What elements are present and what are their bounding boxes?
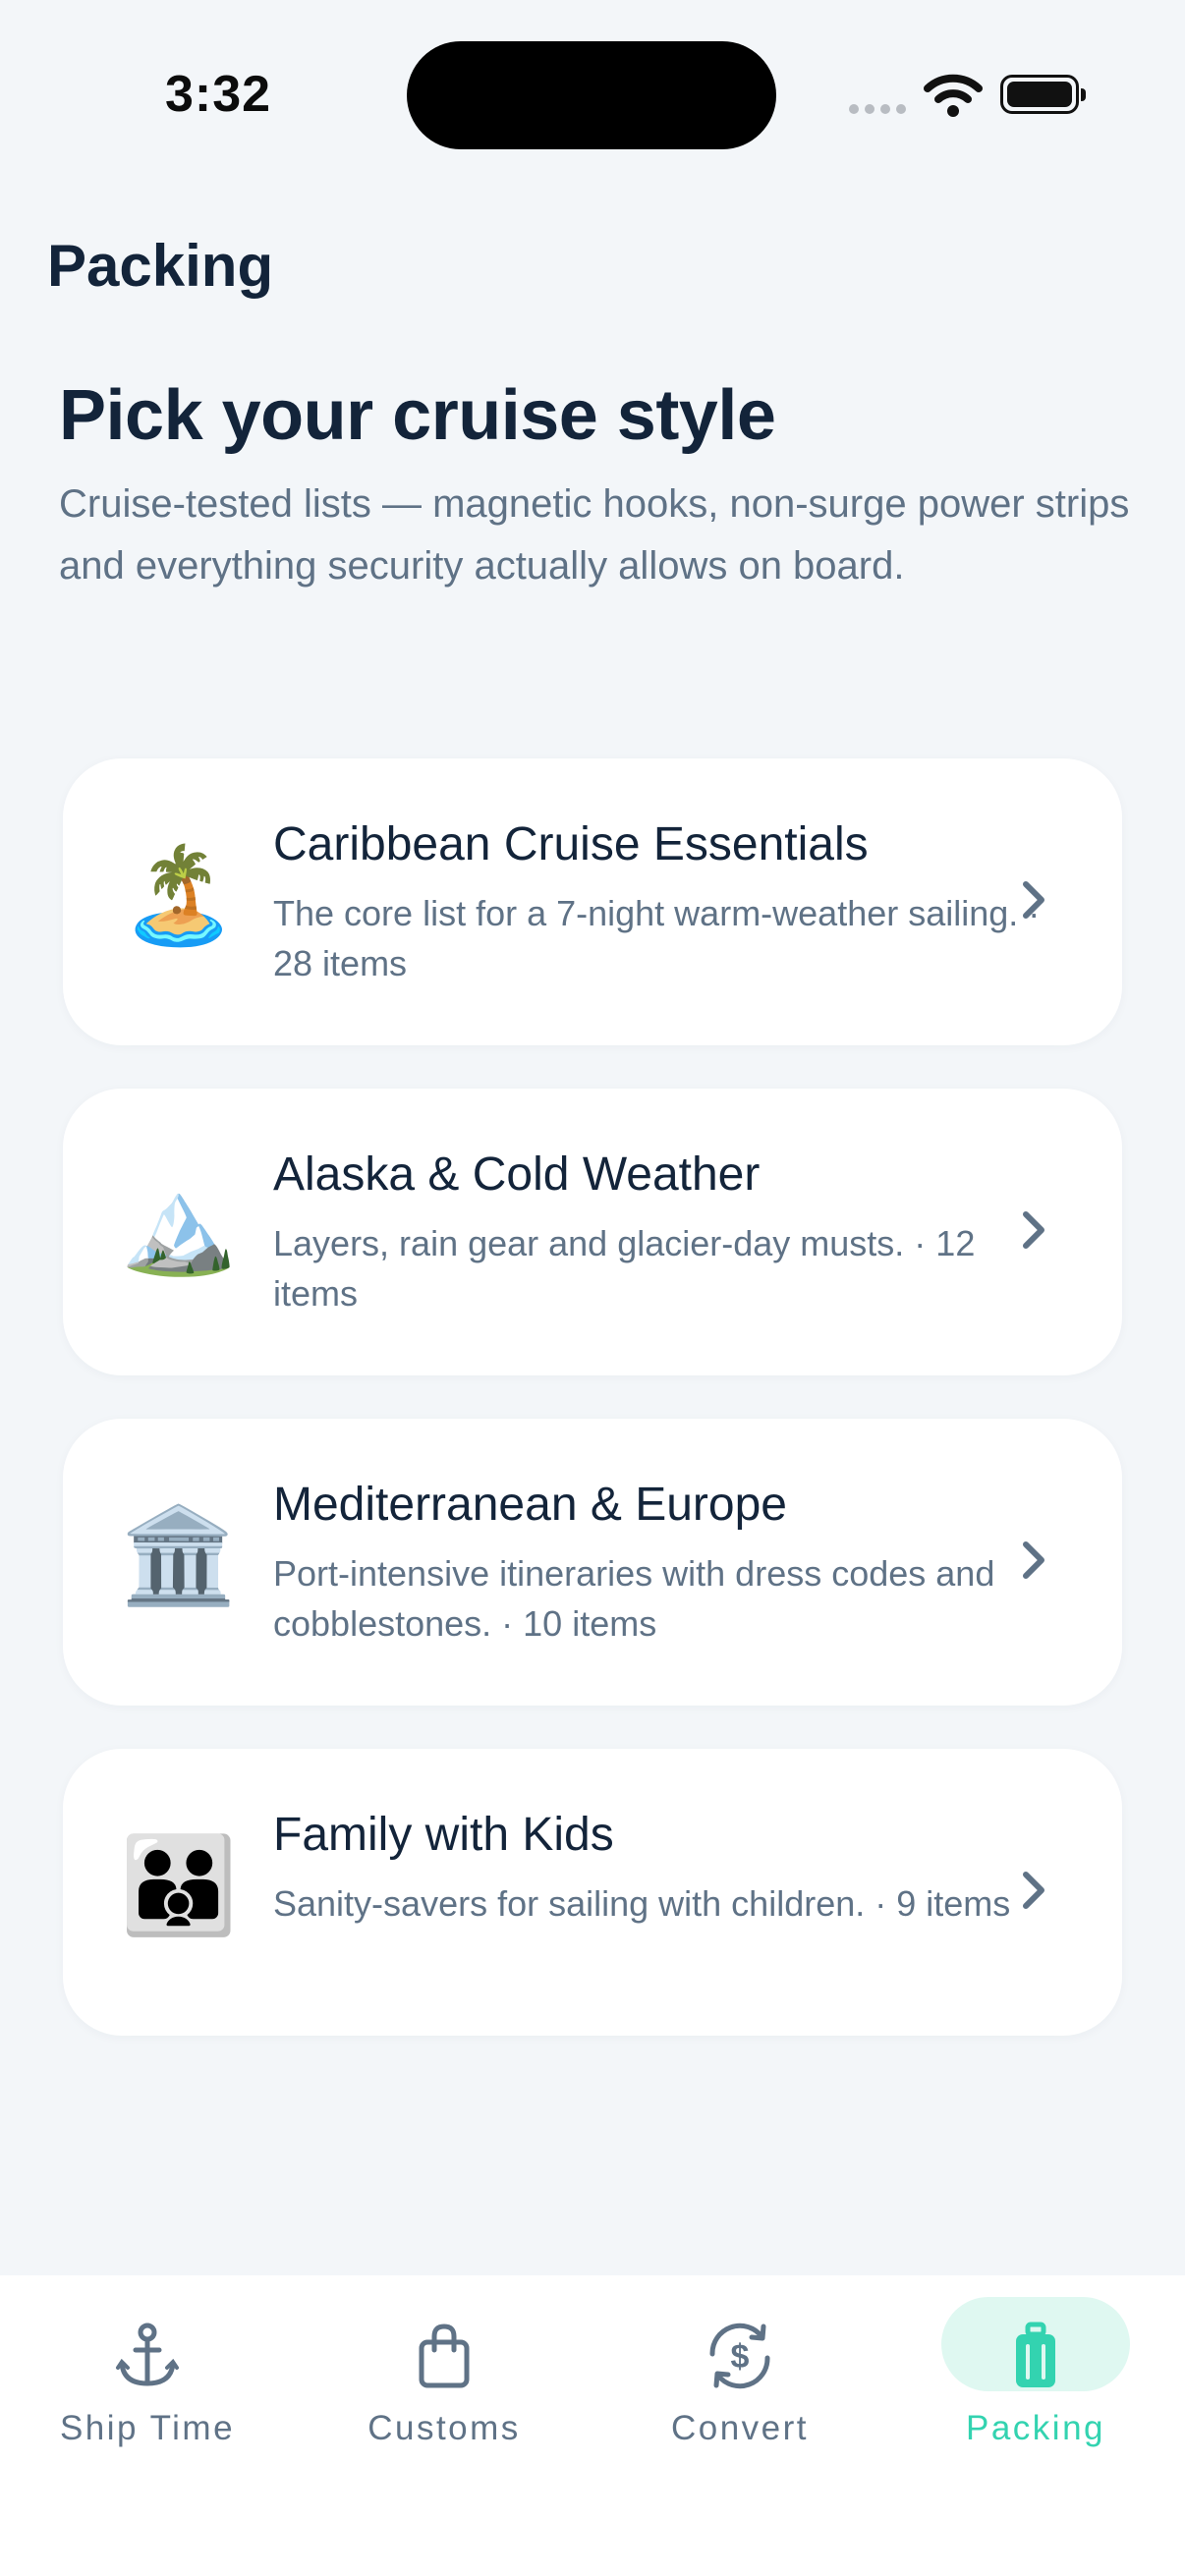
chevron-right-icon (1023, 1541, 1044, 1579)
family-icon: 👪 (120, 1833, 238, 1938)
tab-label: Convert (670, 2409, 810, 2447)
packing-list-card-alaska[interactable]: 🏔️ Alaska & Cold Weather Layers, rain ge… (63, 1089, 1122, 1375)
suitcase-icon (1016, 2322, 1055, 2387)
tab-ship-time[interactable]: Ship Time (0, 2275, 295, 2472)
card-description: Layers, rain gear and glacier-day musts.… (273, 1223, 976, 1314)
card-description: The core list for a 7-night warm-weather… (273, 893, 1041, 983)
svg-text:$: $ (731, 2338, 750, 2376)
tab-label: Ship Time (59, 2409, 236, 2447)
anchor-icon (116, 2323, 179, 2386)
chevron-right-icon (1023, 1872, 1044, 1909)
packing-list-card-family[interactable]: 👪 Family with Kids Sanity-savers for sai… (63, 1749, 1122, 2036)
packing-list-card-mediterranean[interactable]: 🏛️ Mediterranean & Europe Port-intensive… (63, 1419, 1122, 1706)
card-title: Caribbean Cruise Essentials (273, 818, 869, 870)
card-title: Family with Kids (273, 1809, 614, 1861)
wifi-icon (924, 74, 983, 117)
chevron-right-icon (1023, 881, 1044, 919)
chevron-right-icon (1023, 1211, 1044, 1249)
hero-subtitle: Cruise-tested lists — magnetic hooks, no… (59, 482, 1130, 588)
hero-title: Pick your cruise style (59, 376, 776, 455)
tab-packing[interactable]: Packing (888, 2275, 1183, 2472)
cellular-signal-icon (849, 104, 906, 114)
tab-convert[interactable]: $ Convert (592, 2275, 887, 2472)
classical-building-icon: 🏛️ (120, 1503, 238, 1608)
currency-exchange-icon: $ (709, 2323, 770, 2389)
tab-customs[interactable]: Customs (297, 2275, 592, 2472)
tab-bar: Ship Time Customs $ Convert Packing (0, 2275, 1185, 2576)
status-time: 3:32 (165, 66, 272, 123)
tab-label: Packing (965, 2409, 1106, 2447)
dynamic-island (407, 41, 776, 149)
card-title: Alaska & Cold Weather (273, 1148, 761, 1201)
card-title: Mediterranean & Europe (273, 1479, 787, 1531)
page-title: Packing (47, 233, 274, 299)
shopping-bag-icon (419, 2324, 470, 2388)
battery-icon (1000, 75, 1086, 114)
desert-island-icon: 🏝️ (120, 843, 238, 948)
card-description: Port-intensive itineraries with dress co… (273, 1553, 995, 1644)
status-bar: 3:32 (0, 0, 1185, 196)
packing-list-card-caribbean[interactable]: 🏝️ Caribbean Cruise Essentials The core … (63, 758, 1122, 1045)
tab-label: Customs (367, 2409, 521, 2447)
mountain-icon: 🏔️ (120, 1173, 238, 1278)
card-description: Sanity-savers for sailing with children.… (273, 1883, 1011, 1924)
